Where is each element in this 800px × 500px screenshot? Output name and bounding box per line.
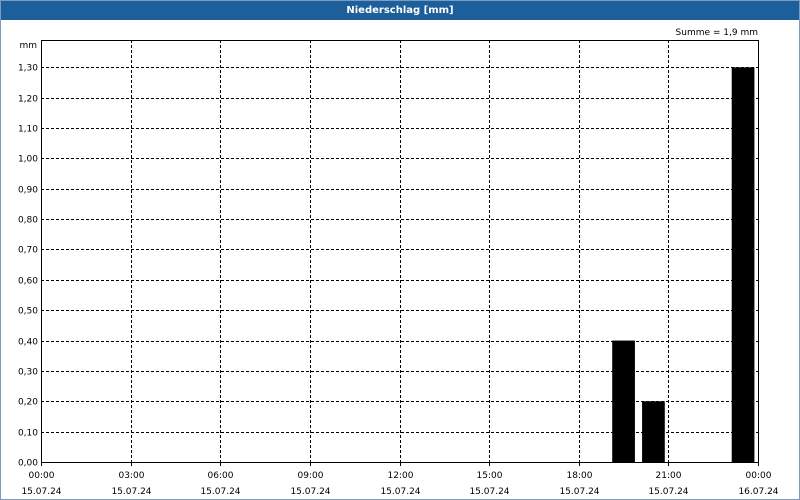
x-tick-date: 15.07.24 bbox=[469, 487, 509, 497]
y-tick-label: 0,00 bbox=[18, 459, 38, 469]
x-tick-time: 03:00 bbox=[119, 471, 145, 481]
y-tick-label: 0,90 bbox=[18, 186, 38, 196]
x-tick-date: 15.07.24 bbox=[111, 487, 151, 497]
y-tick-label: 0,40 bbox=[18, 338, 38, 348]
y-tick-label: 0,70 bbox=[18, 246, 38, 256]
chart-window: Niederschlag [mm] 0,00 0,10 0,20 0,30 0,40 0,… bbox=[0, 0, 800, 500]
precipitation-bar bbox=[731, 67, 755, 463]
x-tick-date: 15.07.24 bbox=[559, 487, 599, 497]
x-tick-time: 00:00 bbox=[29, 471, 55, 481]
x-tick-time: 21:00 bbox=[656, 471, 682, 481]
y-tick-label: 1,10 bbox=[18, 125, 38, 135]
plot-area bbox=[41, 40, 758, 462]
precipitation-bar bbox=[612, 340, 635, 462]
x-tick-date: 15.07.24 bbox=[290, 487, 330, 497]
x-tick-time: 00:00 bbox=[746, 471, 772, 481]
precipitation-chart: 0,00 0,10 0,20 0,30 0,40 0,50 0,60 0,70 0,80 0,90… bbox=[18, 28, 779, 497]
y-tick-label: 0,50 bbox=[18, 307, 38, 317]
x-tick-time: 09:00 bbox=[298, 471, 324, 481]
y-axis-unit: mm bbox=[19, 41, 37, 51]
y-tick-label: 1,20 bbox=[18, 95, 38, 105]
y-tick-label: 0,30 bbox=[18, 368, 38, 378]
x-tick-time: 06:00 bbox=[208, 471, 234, 481]
y-tick-label: 0,80 bbox=[18, 216, 38, 226]
x-tick-date: 15.07.24 bbox=[200, 487, 240, 497]
x-tick-time: 12:00 bbox=[388, 471, 414, 481]
y-tick-label: 1,30 bbox=[18, 64, 38, 74]
x-tick-date: 15.07.24 bbox=[380, 487, 420, 497]
x-tick-date: 15.07.24 bbox=[648, 487, 688, 497]
x-tick-time: 15:00 bbox=[477, 471, 503, 481]
y-tick-label: 0,10 bbox=[18, 429, 38, 439]
precipitation-bar bbox=[642, 401, 665, 462]
x-tick-time: 18:00 bbox=[567, 471, 593, 481]
y-tick-label: 0,60 bbox=[18, 277, 38, 287]
y-tick-label: 1,00 bbox=[18, 155, 38, 165]
total-summary: Summe = 1,9 mm bbox=[676, 28, 758, 38]
x-tick-date: 16.07.24 bbox=[738, 487, 778, 497]
x-tick-date: 15.07.24 bbox=[21, 487, 61, 497]
y-tick-label: 0,20 bbox=[18, 398, 38, 408]
